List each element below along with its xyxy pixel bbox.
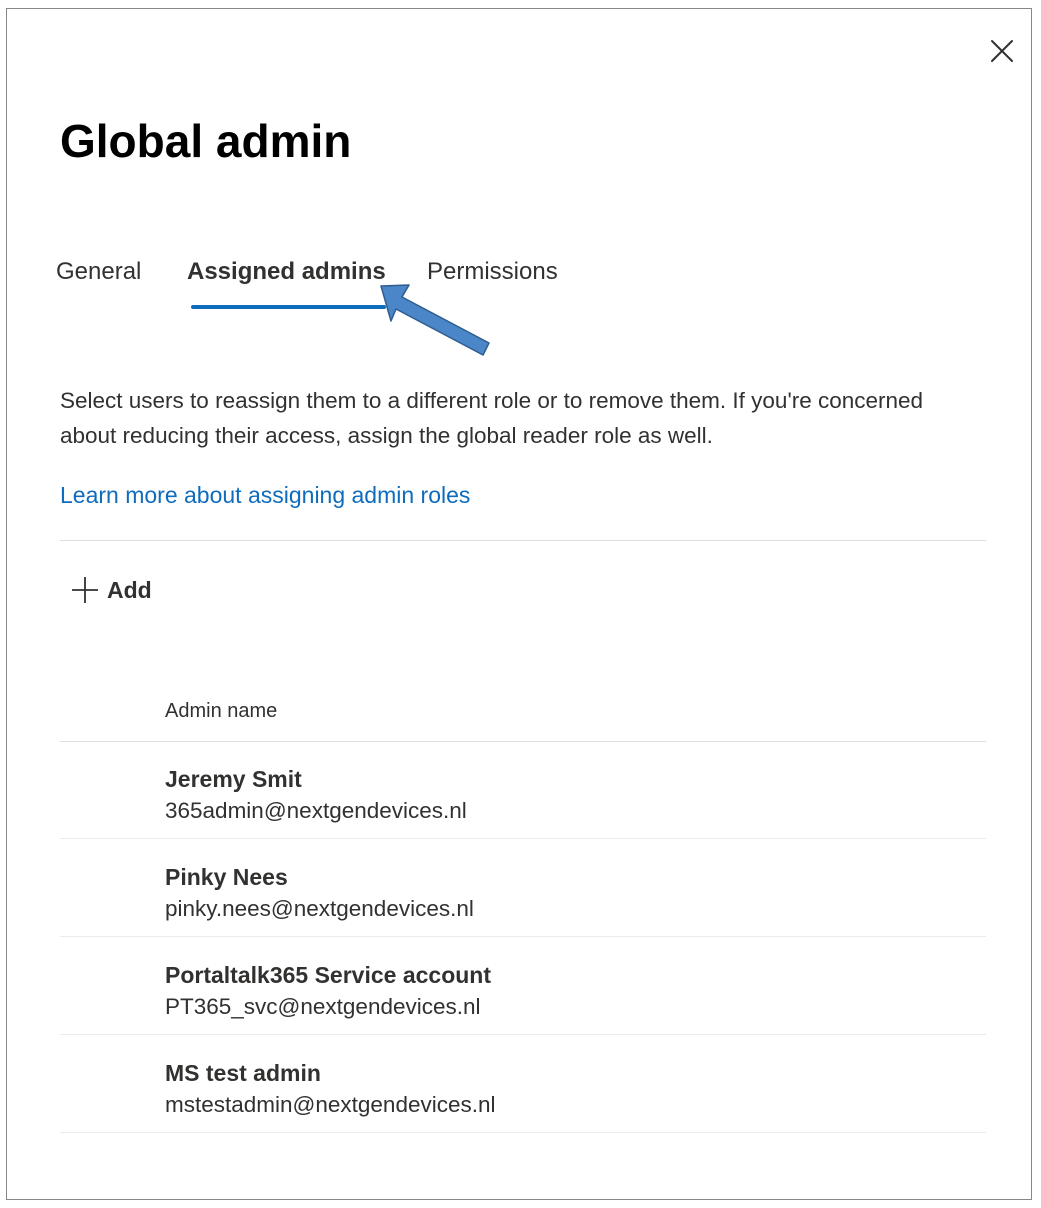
- global-admin-panel: Global admin General Assigned admins Per…: [6, 8, 1032, 1200]
- add-button-label: Add: [107, 576, 152, 603]
- admin-name: Portaltalk365 Service account: [165, 962, 491, 988]
- row-divider: [60, 838, 986, 839]
- plus-icon: [69, 574, 101, 606]
- column-header-admin-name[interactable]: Admin name: [165, 697, 277, 725]
- toolbar-divider: [60, 540, 986, 541]
- admin-name: MS test admin: [165, 1060, 321, 1086]
- table-row[interactable]: Pinky Nees pinky.nees@nextgendevices.nl: [60, 840, 986, 937]
- row-divider: [60, 1132, 986, 1133]
- admin-name: Pinky Nees: [165, 864, 288, 890]
- close-icon: [991, 40, 1013, 62]
- admin-email: mstestadmin@nextgendevices.nl: [165, 1092, 496, 1117]
- table-row[interactable]: MS test admin mstestadmin@nextgendevices…: [60, 1036, 986, 1133]
- admin-email: 365admin@nextgendevices.nl: [165, 798, 467, 823]
- row-divider: [60, 1034, 986, 1035]
- annotation-arrow-icon: [380, 284, 490, 356]
- page-title: Global admin: [60, 115, 352, 167]
- learn-more-link[interactable]: Learn more about assigning admin roles: [60, 478, 470, 512]
- table-row[interactable]: Portaltalk365 Service account PT365_svc@…: [60, 938, 986, 1035]
- add-button[interactable]: Add: [69, 569, 152, 611]
- close-button[interactable]: [986, 35, 1018, 67]
- admin-name: Jeremy Smit: [165, 766, 302, 792]
- active-tab-indicator: [191, 305, 386, 309]
- description-text: Select users to reassign them to a diffe…: [60, 388, 924, 448]
- row-divider: [60, 936, 986, 937]
- table-row[interactable]: Jeremy Smit 365admin@nextgendevices.nl: [60, 742, 986, 839]
- admin-email: pinky.nees@nextgendevices.nl: [165, 896, 474, 921]
- tab-general[interactable]: General: [56, 255, 141, 289]
- admin-email: PT365_svc@nextgendevices.nl: [165, 994, 481, 1019]
- tab-assigned-admins[interactable]: Assigned admins: [187, 255, 386, 289]
